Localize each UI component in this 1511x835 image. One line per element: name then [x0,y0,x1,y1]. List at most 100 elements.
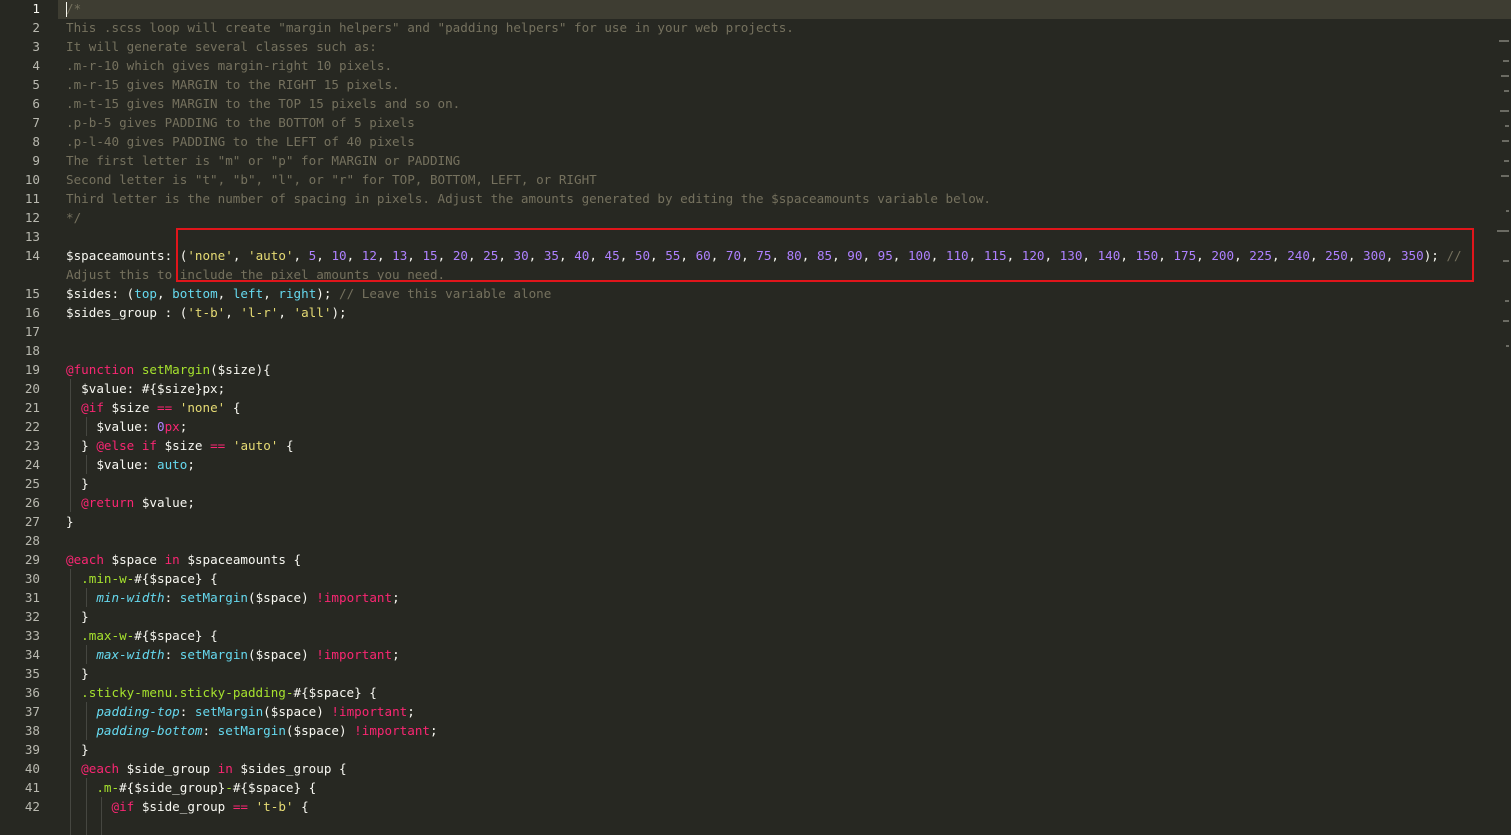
code-line[interactable]: padding-top: setMargin($space) !importan… [66,702,415,721]
minimap-mark [1506,345,1509,347]
code-line[interactable]: $value: #{$size}px; [66,379,225,398]
code-token: .p-l-40 gives PADDING to the LEFT of 40 … [66,134,415,149]
code-line[interactable]: .max-w-#{$space} { [66,626,217,645]
code-line[interactable]: /* [66,0,81,18]
code-line[interactable]: Adjust this to include the pixel amounts… [66,265,445,284]
line-number: 19 [24,362,40,377]
code-line[interactable]: $spaceamounts: ('none', 'auto', 5, 10, 1… [66,246,1462,265]
code-line[interactable]: .p-l-40 gives PADDING to the LEFT of 40 … [66,132,415,151]
code-editor-area[interactable]: /* This .scss loop will create "margin he… [66,0,1511,814]
code-token: == [157,400,173,415]
code-token: top [134,286,157,301]
code-token: , [1234,248,1250,263]
code-line[interactable]: @return $value; [66,493,195,512]
code-token: , [832,248,848,263]
code-line[interactable]: Third letter is the number of spacing in… [66,189,991,208]
code-token: , [293,248,309,263]
code-token: 140 [1097,248,1121,263]
code-line[interactable]: @each $space in $spaceamounts { [66,550,301,569]
code-line[interactable]: @function setMargin($size){ [66,360,271,379]
line-number: 37 [24,704,40,719]
code-line[interactable]: .min-w-#{$space} { [66,569,217,588]
code-token: , [892,248,908,263]
code-token: , [278,305,294,320]
code-token: px [164,419,180,434]
code-token: 10 [331,248,347,263]
minimap-mark [1500,110,1509,112]
code-line[interactable]: $sides: (top, bottom, left, right); // L… [66,284,551,303]
code-line[interactable]: This .scss loop will create "margin help… [66,18,794,37]
code-token: @each [66,552,104,567]
code-token: in [217,761,233,776]
code-line[interactable]: .sticky-menu.sticky-padding-#{$space} { [66,683,377,702]
code-token: 90 [847,248,863,263]
code-token: .m- [96,780,120,795]
minimap-mark [1505,125,1509,127]
line-number: 25 [24,476,40,491]
code-token: This .scss loop will create "margin help… [66,20,794,35]
code-line[interactable]: $sides_group : ('t-b', 'l-r', 'all'); [66,303,347,322]
code-token: , [1044,248,1060,263]
code-line[interactable]: .m-r-10 which gives margin-right 10 pixe… [66,56,392,75]
code-line[interactable]: min-width: setMargin($space) !important; [66,588,400,607]
code-token: , [862,248,878,263]
code-token: 'none' [179,400,226,415]
code-line[interactable]: .m-t-15 gives MARGIN to the TOP 15 pixel… [66,94,460,113]
code-token: , [528,248,544,263]
code-token: ; [407,704,415,719]
code-token: .m-t-15 gives MARGIN to the TOP 15 pixel… [66,96,461,111]
code-token: .max-w- [81,628,135,643]
code-line[interactable]: It will generate several classes such as… [66,37,377,56]
code-line[interactable]: */ [66,208,81,227]
code-token: $size [157,438,211,453]
line-number: 14 [24,248,40,263]
line-number: 30 [24,571,40,586]
line-number: 36 [24,685,40,700]
code-token: ; [392,590,400,605]
line-number: 17 [24,324,40,339]
code-token: , [1272,248,1288,263]
line-number: 24 [24,457,40,472]
code-line[interactable]: .m-r-15 gives MARGIN to the RIGHT 15 pix… [66,75,400,94]
minimap-scroll-indicator[interactable] [1495,0,1511,807]
minimap-mark [1506,210,1509,212]
code-line[interactable]: } [66,512,74,531]
line-number: 28 [24,533,40,548]
code-token: $spaceamounts: ( [66,248,188,263]
code-token: $value; [134,495,195,510]
code-line[interactable]: max-width: setMargin($space) !important; [66,645,399,664]
code-line[interactable]: .p-b-5 gives PADDING to the BOTTOM of 5 … [66,113,415,132]
code-token: @if [81,400,104,415]
code-token: ($space) [248,590,317,605]
code-token: 240 [1287,248,1310,263]
code-line[interactable]: The first letter is "m" or "p" for MARGI… [66,151,460,170]
code-token: , [741,248,757,263]
code-line[interactable]: Second letter is "t", "b", "l", or "r" f… [66,170,597,189]
code-line[interactable]: @if $size == 'none' { [66,398,240,417]
code-token: { [278,438,294,453]
code-line[interactable]: .m-#{$side_group}-#{$space} { [66,778,316,797]
line-number: 5 [32,77,40,92]
code-token: bottom [172,286,218,301]
code-line[interactable]: padding-bottom: setMargin($space) !impor… [66,721,437,740]
code-token: , [232,248,248,263]
code-token: setMargin [141,362,211,377]
line-number: 9 [32,153,40,168]
code-token: 'auto' [232,438,279,453]
code-line[interactable]: } @else if $size == 'auto' { [66,436,294,455]
line-number: 40 [24,761,40,776]
code-line[interactable]: @each $side_group in $sides_group { [66,759,346,778]
code-token: 350 [1400,248,1424,263]
code-token: $space [103,552,165,567]
code-line[interactable]: $value: 0px; [66,417,187,436]
code-token: $side_group [119,761,218,776]
code-token: .m-r-15 gives MARGIN to the RIGHT 15 pix… [66,77,400,92]
code-token: , [1158,248,1174,263]
code-token: , [968,248,984,263]
code-token: */ [66,210,82,225]
code-token: } [66,514,74,529]
code-token: 'all' [293,305,332,320]
code-token: $sides_group : ( [66,305,188,320]
line-number: 27 [24,514,40,529]
